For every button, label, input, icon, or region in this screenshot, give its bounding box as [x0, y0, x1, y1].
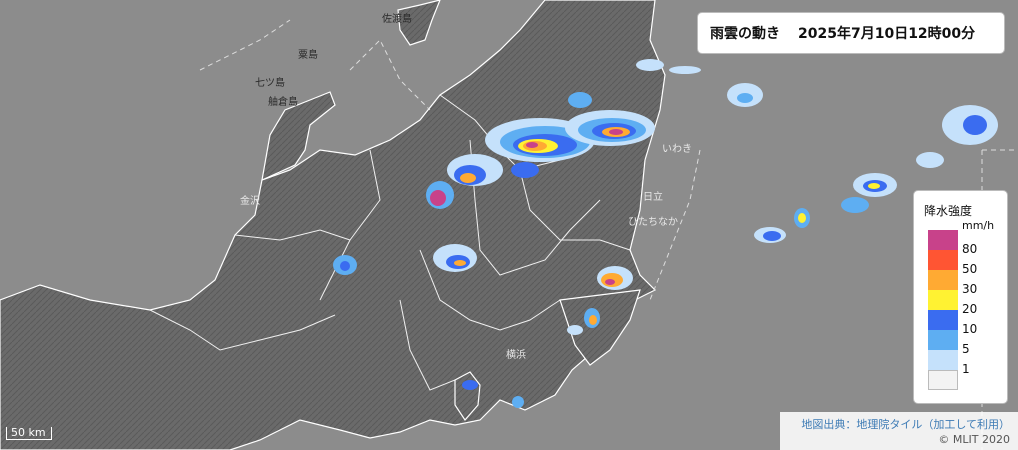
rain-cells-north — [426, 92, 655, 209]
legend-swatch — [928, 290, 958, 310]
rain-cell — [567, 325, 583, 335]
place-label: 日立 — [643, 192, 663, 203]
legend-swatch — [928, 270, 958, 290]
place-label: 舳倉島 — [268, 97, 298, 108]
scale-bar: 50 km — [6, 427, 52, 440]
rain-radar-map[interactable]: 佐渡島 粟島 七ツ島 舳倉島 金沢 日立 ひたちなか いわき 横浜 — [0, 0, 1018, 450]
rain-cell — [609, 129, 623, 135]
attribution-source-link[interactable]: 地図出典：地理院タイル（加工して利用） — [801, 416, 1010, 432]
legend-unit: mm/h — [962, 219, 995, 232]
rain-cell — [512, 396, 524, 408]
rain-cell — [589, 315, 597, 325]
legend-level-label: 10 — [962, 322, 978, 336]
legend-level-label: 5 — [962, 342, 970, 356]
rain-cell — [963, 115, 987, 135]
rain-cells-south — [333, 244, 633, 408]
rain-cell — [868, 183, 880, 189]
rain-cell — [454, 260, 466, 266]
legend-swatch — [928, 230, 958, 250]
place-label: 金沢 — [240, 196, 260, 207]
attribution: 地図出典：地理院タイル（加工して利用） © MLIT 2020 — [780, 412, 1018, 450]
map-datetime: 2025年7月10日12時00分 — [798, 26, 976, 42]
rain-cell — [636, 59, 664, 71]
place-label: 七ツ島 — [255, 78, 285, 89]
legend-swatch — [928, 330, 958, 350]
title-panel: 雨雲の動き 2025年7月10日12時00分 — [697, 12, 1005, 54]
place-label: 佐渡島 — [382, 14, 412, 25]
place-label: 粟島 — [298, 50, 318, 61]
legend-level-label: 1 — [962, 362, 970, 376]
legend-title: 降水強度 — [924, 204, 973, 218]
precipitation-legend: 降水強度 mm/h 80 50 30 20 10 5 1 — [913, 190, 1008, 404]
legend-swatch — [928, 350, 958, 370]
place-label: 横浜 — [506, 350, 526, 361]
place-label: ひたちなか — [628, 217, 678, 228]
rain-cell — [462, 380, 478, 390]
legend-level-label: 20 — [962, 302, 978, 316]
rain-cell — [511, 162, 539, 178]
rain-cell — [841, 197, 869, 213]
rain-cell — [763, 231, 781, 241]
rain-layer — [333, 59, 998, 408]
rain-cell — [430, 190, 446, 206]
rain-cell — [460, 173, 476, 183]
legend-level-label: 50 — [962, 262, 978, 276]
legend-level-label: 80 — [962, 242, 978, 256]
legend-level-label: 30 — [962, 282, 978, 296]
rain-cell — [568, 92, 592, 108]
map-title: 雨雲の動き — [710, 26, 780, 42]
legend-swatch — [928, 310, 958, 330]
rain-cell — [798, 213, 806, 223]
rain-cell — [669, 66, 701, 74]
rain-cell — [340, 261, 350, 271]
rain-cell — [605, 279, 615, 285]
rain-cell — [737, 93, 753, 103]
legend-swatch — [928, 370, 958, 390]
rain-cell — [916, 152, 944, 168]
rain-cell — [526, 142, 538, 148]
place-label: いわき — [662, 144, 692, 155]
copyright-text: © MLIT 2020 — [938, 433, 1010, 446]
legend-swatch — [928, 250, 958, 270]
